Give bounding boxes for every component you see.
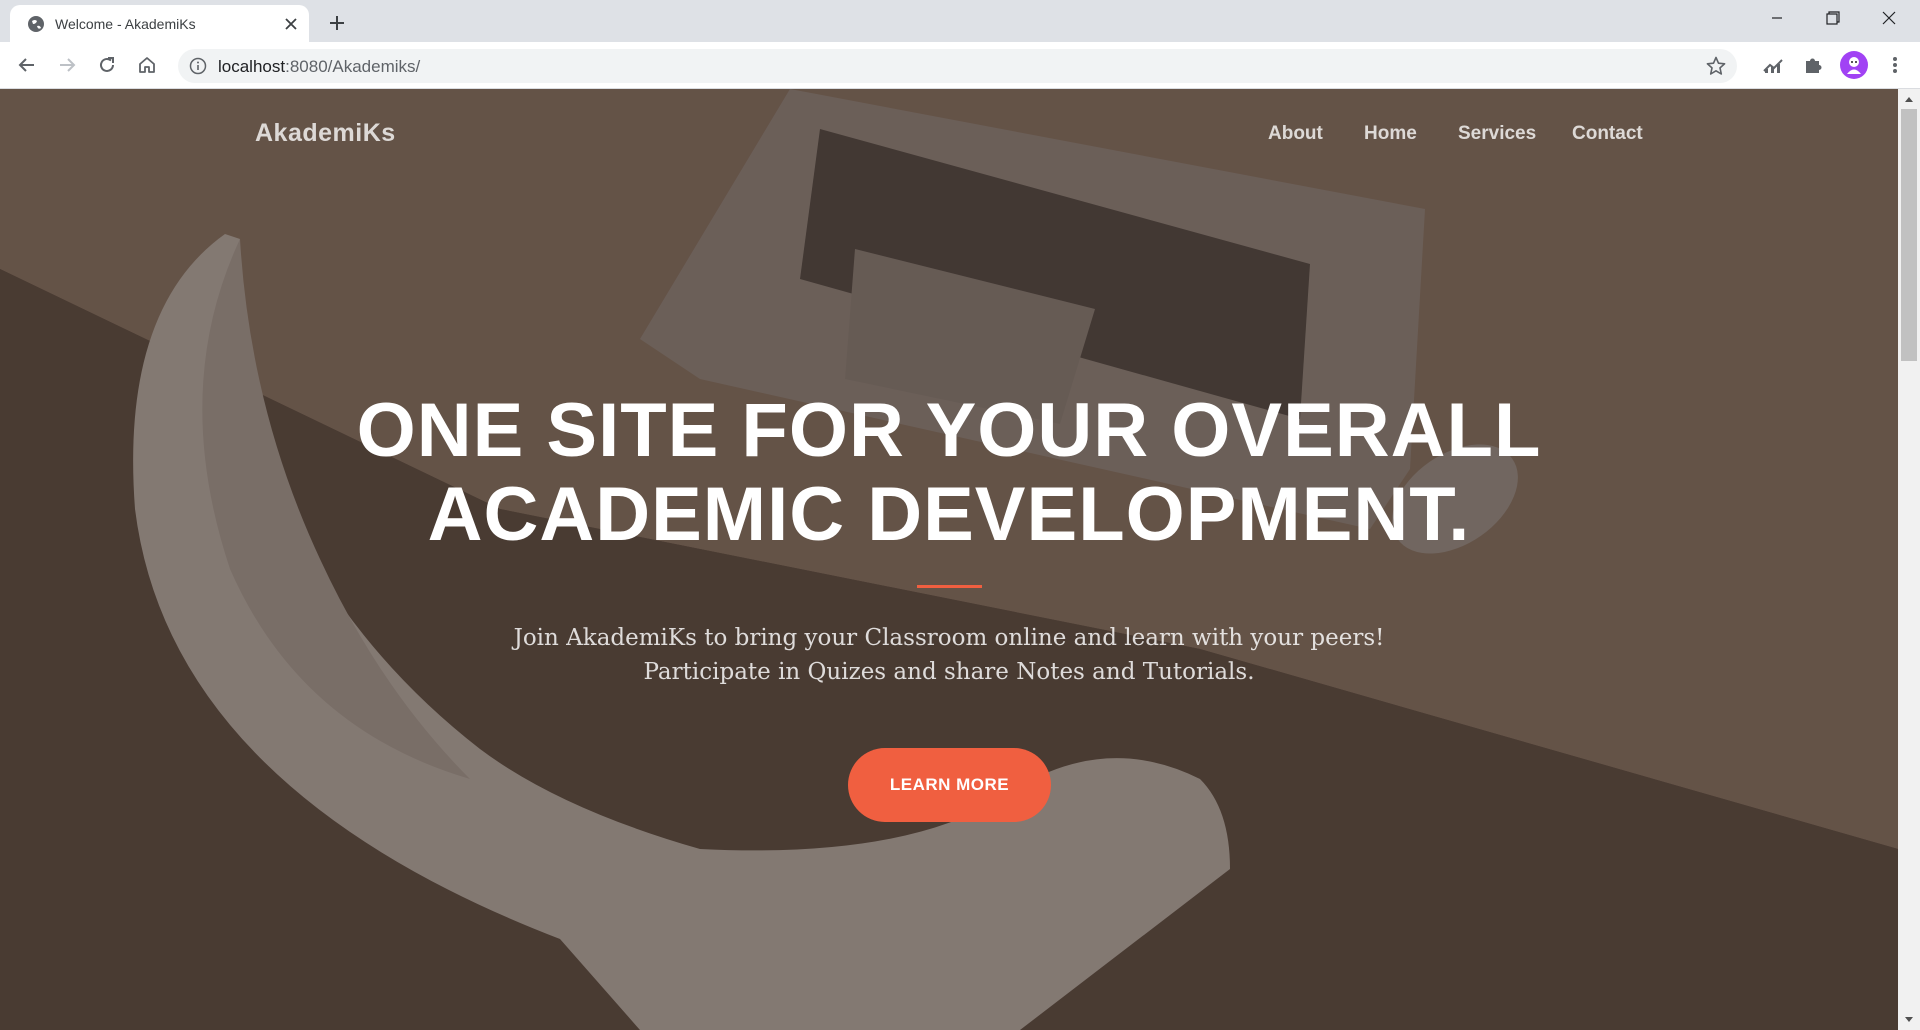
hero-title: ONE SITE FOR YOUR OVERALL ACADEMIC DEVEL… — [0, 389, 1898, 557]
nav-contact[interactable]: Contact — [1572, 123, 1643, 145]
scroll-down-icon[interactable] — [1903, 1014, 1915, 1026]
home-icon[interactable] — [132, 50, 162, 80]
minimize-icon[interactable] — [1750, 0, 1804, 36]
tab-title: Welcome - AkademiKs — [55, 16, 196, 32]
nav-services[interactable]: Services — [1458, 123, 1536, 145]
site-navbar: AkademiKs About Home Services Contact — [0, 89, 1898, 179]
forward-icon[interactable] — [52, 50, 82, 80]
hero-subtitle-line-2: Participate in Quizes and share Notes an… — [643, 659, 1255, 685]
browser-toolbar: localhost:8080/Akademiks/ — [0, 42, 1920, 89]
scroll-up-icon[interactable] — [1903, 93, 1915, 105]
plus-icon[interactable] — [323, 9, 351, 37]
url-path: :8080/Akademiks/ — [285, 57, 421, 76]
close-icon[interactable] — [281, 14, 301, 34]
url-text[interactable]: localhost:8080/Akademiks/ — [218, 57, 420, 77]
tab-strip: Welcome - AkademiKs — [0, 0, 1920, 42]
nav-about[interactable]: About — [1268, 123, 1323, 145]
site-brand[interactable]: AkademiKs — [255, 119, 396, 148]
url-host: localhost — [218, 57, 286, 76]
learn-more-button[interactable]: LEARN MORE — [848, 748, 1051, 822]
profile-avatar[interactable] — [1840, 51, 1868, 79]
menu-dots-icon[interactable] — [1880, 50, 1910, 80]
restore-icon[interactable] — [1806, 0, 1860, 36]
info-icon[interactable] — [189, 57, 207, 75]
hero-overlay — [0, 89, 1898, 1030]
back-icon[interactable] — [12, 50, 42, 80]
chart-extension-icon[interactable] — [1758, 50, 1788, 80]
hero-subtitle: Join AkademiKs to bring your Classroom o… — [0, 621, 1898, 689]
close-window-icon[interactable] — [1862, 0, 1916, 36]
hero-divider — [917, 585, 982, 588]
hero-subtitle-line-1: Join AkademiKs to bring your Classroom o… — [513, 625, 1385, 651]
puzzle-icon[interactable] — [1798, 50, 1828, 80]
hero-title-line-2: ACADEMIC DEVELOPMENT. — [427, 472, 1471, 557]
hero-title-line-1: ONE SITE FOR YOUR OVERALL — [356, 388, 1542, 473]
page-viewport: AkademiKs About Home Services Contact ON… — [0, 89, 1898, 1030]
globe-icon — [27, 15, 45, 33]
scrollbar-thumb[interactable] — [1901, 109, 1917, 361]
browser-tab[interactable]: Welcome - AkademiKs — [10, 5, 309, 42]
address-bar[interactable]: localhost:8080/Akademiks/ — [178, 49, 1737, 83]
nav-home[interactable]: Home — [1364, 123, 1417, 145]
star-icon[interactable] — [1705, 55, 1727, 77]
reload-icon[interactable] — [92, 50, 122, 80]
